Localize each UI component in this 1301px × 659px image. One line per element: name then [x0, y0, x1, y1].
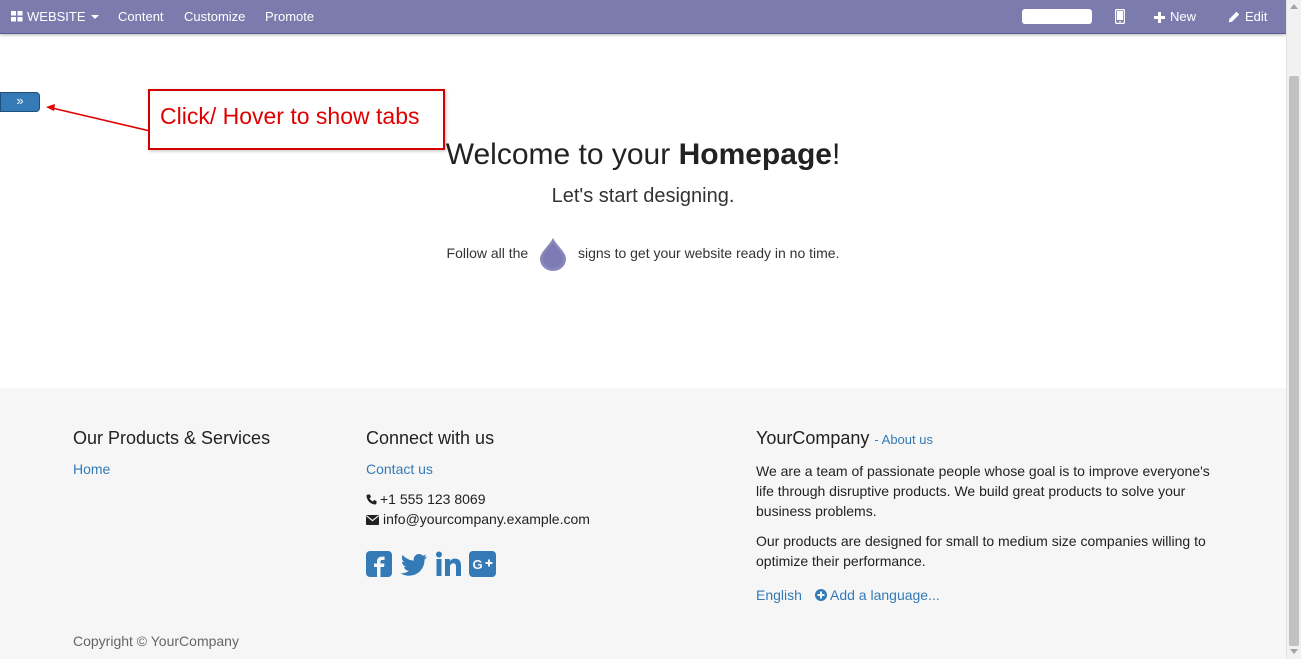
twitter-icon[interactable]: [400, 551, 428, 580]
follow-text-before: Follow all the: [446, 245, 529, 261]
scroll-up-arrow-icon[interactable]: [1290, 4, 1298, 9]
welcome-bold: Homepage: [678, 138, 832, 171]
page-title: Welcome to your Homepage!: [0, 138, 1286, 172]
droplet-icon[interactable]: [538, 236, 568, 272]
plus-circle-icon: [815, 589, 827, 601]
welcome-prefix: Welcome to your: [445, 138, 679, 171]
mobile-preview-button[interactable]: [1114, 0, 1126, 33]
edit-button[interactable]: Edit: [1228, 0, 1267, 33]
scrollbar-thumb[interactable]: [1289, 76, 1299, 646]
page-scrollbar[interactable]: [1286, 0, 1301, 659]
facebook-icon[interactable]: [366, 551, 392, 580]
scroll-down-arrow-icon[interactable]: [1290, 649, 1298, 654]
annotation-text: Click/ Hover to show tabs: [160, 103, 420, 129]
mobile-icon: [1114, 8, 1126, 25]
about-us-link[interactable]: - About us: [874, 432, 933, 447]
follow-text-after: signs to get your website ready in no ti…: [578, 245, 840, 261]
page-subtitle: Let's start designing.: [551, 185, 735, 207]
svg-text:G: G: [473, 557, 483, 572]
email-line: info@yourcompany.example.com: [366, 511, 590, 527]
linkedin-icon[interactable]: [436, 551, 462, 580]
add-language-label: Add a language...: [830, 587, 940, 603]
website-navbar: WEBSITE Content Customize Promote New Ed…: [0, 0, 1286, 34]
phone-line: +1 555 123 8069: [366, 491, 486, 507]
pencil-icon: [1228, 11, 1240, 23]
edit-button-label: Edit: [1245, 9, 1268, 24]
phone-icon: [366, 494, 377, 505]
site-footer: Our Products & Services Home Connect wit…: [0, 388, 1286, 659]
contact-us-link[interactable]: Contact us: [366, 461, 433, 477]
company-description: We are a team of passionate people whose…: [756, 463, 1210, 519]
phone-number: +1 555 123 8069: [380, 491, 486, 507]
company-description-2: Our products are designed for small to m…: [756, 533, 1206, 569]
follow-hint: Follow all the signs to get your website…: [0, 236, 1286, 272]
navbar-search-input[interactable]: [1022, 9, 1092, 24]
products-services-title: Our Products & Services: [73, 428, 271, 448]
plus-icon: [1154, 12, 1165, 23]
new-button[interactable]: New: [1154, 0, 1196, 33]
language-english-link[interactable]: English: [756, 587, 802, 603]
home-link[interactable]: Home: [73, 461, 110, 477]
company-title: YourCompany - About us: [756, 428, 933, 449]
email-address: info@yourcompany.example.com: [383, 511, 590, 527]
promote-menu-button[interactable]: Promote: [265, 0, 314, 33]
add-language-link[interactable]: Add a language...: [815, 587, 940, 603]
welcome-suffix: !: [831, 138, 841, 171]
customize-menu-button[interactable]: Customize: [184, 0, 245, 33]
connect-title: Connect with us: [366, 428, 495, 448]
annotation-arrow: [46, 104, 151, 132]
company-name: YourCompany: [756, 428, 870, 448]
envelope-icon: [366, 515, 379, 525]
copyright-text: Copyright © YourCompany: [73, 633, 239, 649]
google-plus-icon[interactable]: G: [469, 551, 496, 580]
new-button-label: New: [1170, 9, 1197, 24]
